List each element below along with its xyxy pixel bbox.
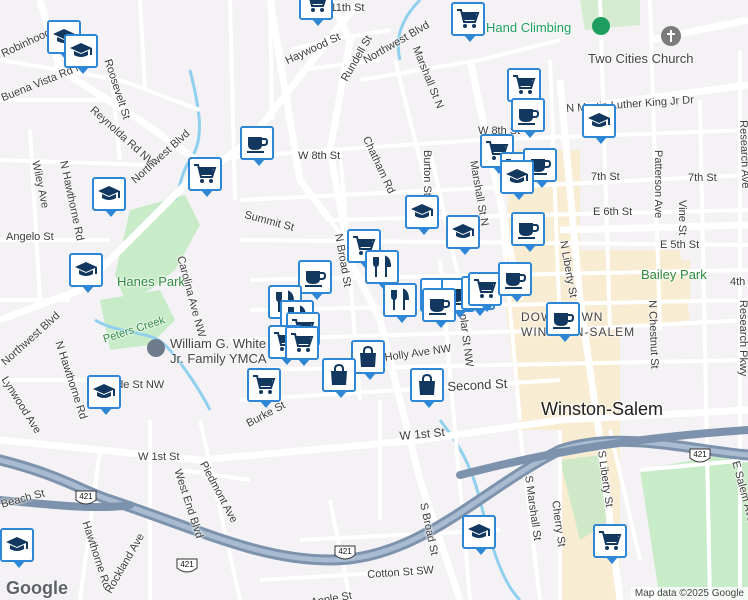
coffee-cup-icon xyxy=(518,109,540,125)
school-pin[interactable] xyxy=(500,160,534,200)
graduation-cap-icon xyxy=(506,169,528,183)
fork-knife-icon xyxy=(373,255,392,277)
street-label: N Chestnut St xyxy=(646,299,661,369)
shopping-cart-icon xyxy=(253,375,276,394)
shopping-cart-pin[interactable] xyxy=(285,326,319,366)
shopping-cart-pin[interactable] xyxy=(188,157,222,197)
restaurant-pin[interactable] xyxy=(383,283,417,323)
cafe-pin[interactable] xyxy=(546,302,580,342)
shopping-bag-icon xyxy=(419,373,435,395)
cafe-pin[interactable] xyxy=(298,260,332,300)
school-pin[interactable] xyxy=(0,528,34,568)
street-label: W 1st St xyxy=(138,451,180,463)
park-label: Hanes Park xyxy=(117,274,185,289)
street-label: Angelo St xyxy=(6,231,54,243)
shield-label-4: 421 xyxy=(79,492,93,501)
graduation-cap-icon xyxy=(588,113,610,127)
shopping-cart-pin[interactable] xyxy=(451,2,485,42)
shopping-cart-pin[interactable] xyxy=(507,68,541,108)
store-pin[interactable] xyxy=(410,368,444,408)
poi-label-church[interactable]: Two Cities Church xyxy=(588,52,693,65)
street-label: E 6th St xyxy=(593,206,633,218)
shopping-cart-pin[interactable] xyxy=(247,368,281,408)
street-label: W 1st St xyxy=(398,425,446,443)
coffee-cup-icon xyxy=(553,313,575,329)
street-label: Vine St xyxy=(676,200,688,236)
coffee-cup-icon xyxy=(429,299,451,315)
cafe-pin[interactable] xyxy=(498,262,532,302)
google-logo: Google xyxy=(6,578,68,598)
shopping-cart-icon xyxy=(599,531,622,550)
shopping-cart-icon xyxy=(309,0,327,12)
school-pin[interactable] xyxy=(405,195,439,235)
shopping-cart-icon xyxy=(194,164,217,183)
coffee-cup-icon xyxy=(305,271,327,287)
map-canvas[interactable]: 421 421 421 421 W 11th St Haywood St Run… xyxy=(0,0,748,600)
street-label: 4th xyxy=(730,276,746,288)
shopping-cart-icon xyxy=(291,333,314,352)
poi-label-climbing[interactable]: Hand Climbing xyxy=(486,21,571,34)
map-attribution: Map data ©2025 Google xyxy=(630,587,748,600)
cafe-pin[interactable] xyxy=(511,212,545,252)
street-label: Burton St xyxy=(421,150,433,196)
graduation-cap-icon xyxy=(468,524,490,538)
shopping-cart-pin[interactable] xyxy=(299,0,333,26)
shield-label-2: 421 xyxy=(338,547,352,556)
store-pin[interactable] xyxy=(351,340,385,380)
poi-label-ymca[interactable]: Jr. Family YMCA xyxy=(170,352,267,365)
shield-label-3: 421 xyxy=(180,560,194,569)
shopping-cart-icon xyxy=(474,279,497,298)
street-label: Second St xyxy=(446,375,508,394)
cafe-pin[interactable] xyxy=(511,98,545,138)
store-pin[interactable] xyxy=(322,358,356,398)
shopping-bag-icon xyxy=(331,363,347,385)
cafe-pin[interactable] xyxy=(422,288,456,328)
graduation-cap-icon xyxy=(6,537,28,551)
street-label: Research Ave xyxy=(737,119,748,189)
city-label: Winston-Salem xyxy=(541,399,664,419)
shield-label-1: 421 xyxy=(693,450,707,459)
cafe-pin[interactable] xyxy=(240,126,274,166)
school-pin[interactable] xyxy=(446,215,480,255)
graduation-cap-icon xyxy=(411,204,433,218)
school-pin[interactable] xyxy=(87,375,121,415)
coffee-cup-icon xyxy=(518,223,540,239)
street-label: 7th St xyxy=(591,171,620,183)
poi-label-ymca[interactable]: William G. White xyxy=(170,337,266,350)
school-pin[interactable] xyxy=(582,104,616,144)
street-label: Patterson Ave xyxy=(652,150,664,219)
graduation-cap-icon xyxy=(70,43,92,57)
school-pin[interactable] xyxy=(69,253,103,293)
restaurant-pin[interactable] xyxy=(365,250,399,290)
climbing-poi-icon xyxy=(592,17,610,35)
school-pin[interactable] xyxy=(462,515,496,555)
shopping-bag-icon xyxy=(360,345,376,367)
park-label: Bailey Park xyxy=(641,267,707,282)
street-label: Research Pkwy xyxy=(737,300,748,377)
street-label: W 8th St xyxy=(298,150,341,162)
shopping-cart-icon xyxy=(513,75,536,94)
shopping-cart-pin[interactable] xyxy=(468,272,502,312)
school-pin[interactable] xyxy=(64,34,98,74)
school-pin[interactable] xyxy=(92,177,126,217)
graduation-cap-icon xyxy=(452,224,474,238)
fork-knife-icon xyxy=(391,288,410,310)
graduation-cap-icon xyxy=(98,186,120,200)
ymca-poi-icon xyxy=(147,339,165,357)
street-label: 7th St xyxy=(688,172,717,184)
graduation-cap-icon xyxy=(75,262,97,276)
coffee-cup-icon xyxy=(247,137,269,153)
street-label: E 5th St xyxy=(660,239,700,251)
shopping-cart-pin[interactable] xyxy=(593,524,627,564)
graduation-cap-icon xyxy=(93,384,115,398)
coffee-cup-icon xyxy=(505,273,527,289)
shopping-cart-icon xyxy=(457,9,480,28)
